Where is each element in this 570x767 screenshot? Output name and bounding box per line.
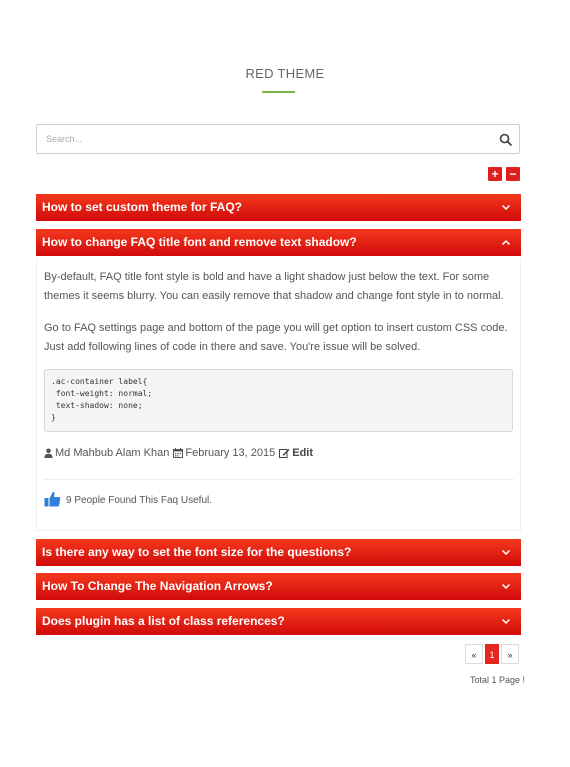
thumbs-up-icon[interactable] xyxy=(44,491,61,507)
chevron-down-icon xyxy=(501,204,511,211)
faq-question-4[interactable]: How To Change The Navigation Arrows? xyxy=(36,573,521,600)
faq-question-label: How to change FAQ title font and remove … xyxy=(42,235,357,249)
faq-question-label: How to set custom theme for FAQ? xyxy=(42,200,243,214)
faq-question-label: Does plugin has a list of class referenc… xyxy=(42,614,285,628)
date: February 13, 2015 xyxy=(173,447,275,459)
faq-question-2[interactable]: How to change FAQ title font and remove … xyxy=(36,229,521,256)
search-icon[interactable] xyxy=(499,133,512,146)
edit-label: Edit xyxy=(292,447,314,459)
expand-all-button[interactable]: + xyxy=(488,167,502,181)
answer-paragraph-2: Go to FAQ settings page and bottom of th… xyxy=(44,322,508,353)
chevron-down-icon xyxy=(501,583,511,590)
divider xyxy=(44,479,514,480)
search-box xyxy=(36,124,520,154)
chevron-down-icon xyxy=(501,549,511,556)
faq-question-label: How To Change The Navigation Arrows? xyxy=(42,579,273,593)
calendar-icon xyxy=(173,448,184,458)
faq-question-5[interactable]: Does plugin has a list of class referenc… xyxy=(36,608,521,635)
author-name: Md Mahbub Alam Khan xyxy=(55,447,170,459)
title-underline xyxy=(262,91,295,93)
edit-link[interactable]: Edit xyxy=(279,447,313,459)
code-block: .ac-container label{ font-weight: normal… xyxy=(44,369,513,432)
faq-question-3[interactable]: Is there any way to set the font size fo… xyxy=(36,539,521,566)
useful-count-text: 9 People Found This Faq Useful. xyxy=(66,495,213,506)
post-date: February 13, 2015 xyxy=(185,447,276,459)
chevron-down-icon xyxy=(501,618,511,625)
faq-question-1[interactable]: How to set custom theme for FAQ? xyxy=(36,194,521,221)
author: Md Mahbub Alam Khan xyxy=(44,447,169,459)
user-icon xyxy=(44,448,53,458)
search-input[interactable] xyxy=(37,125,486,153)
pagination-next[interactable]: » xyxy=(501,644,519,664)
collapse-all-button[interactable]: − xyxy=(506,167,520,181)
edit-icon xyxy=(279,449,290,458)
answer-meta: Md Mahbub Alam Khan February 13, 2015 Ed… xyxy=(44,447,313,459)
pagination-prev[interactable]: « xyxy=(465,644,483,664)
page-title: RED THEME xyxy=(245,66,325,81)
useful-row: 9 People Found This Faq Useful. xyxy=(44,491,212,507)
pagination-page-1[interactable]: 1 xyxy=(485,644,499,664)
faq-question-label: Is there any way to set the font size fo… xyxy=(42,545,352,559)
chevron-up-icon xyxy=(501,239,511,246)
pagination-total: Total 1 Page ! xyxy=(470,675,526,685)
answer-paragraph-1: By-default, FAQ title font style is bold… xyxy=(44,271,504,302)
